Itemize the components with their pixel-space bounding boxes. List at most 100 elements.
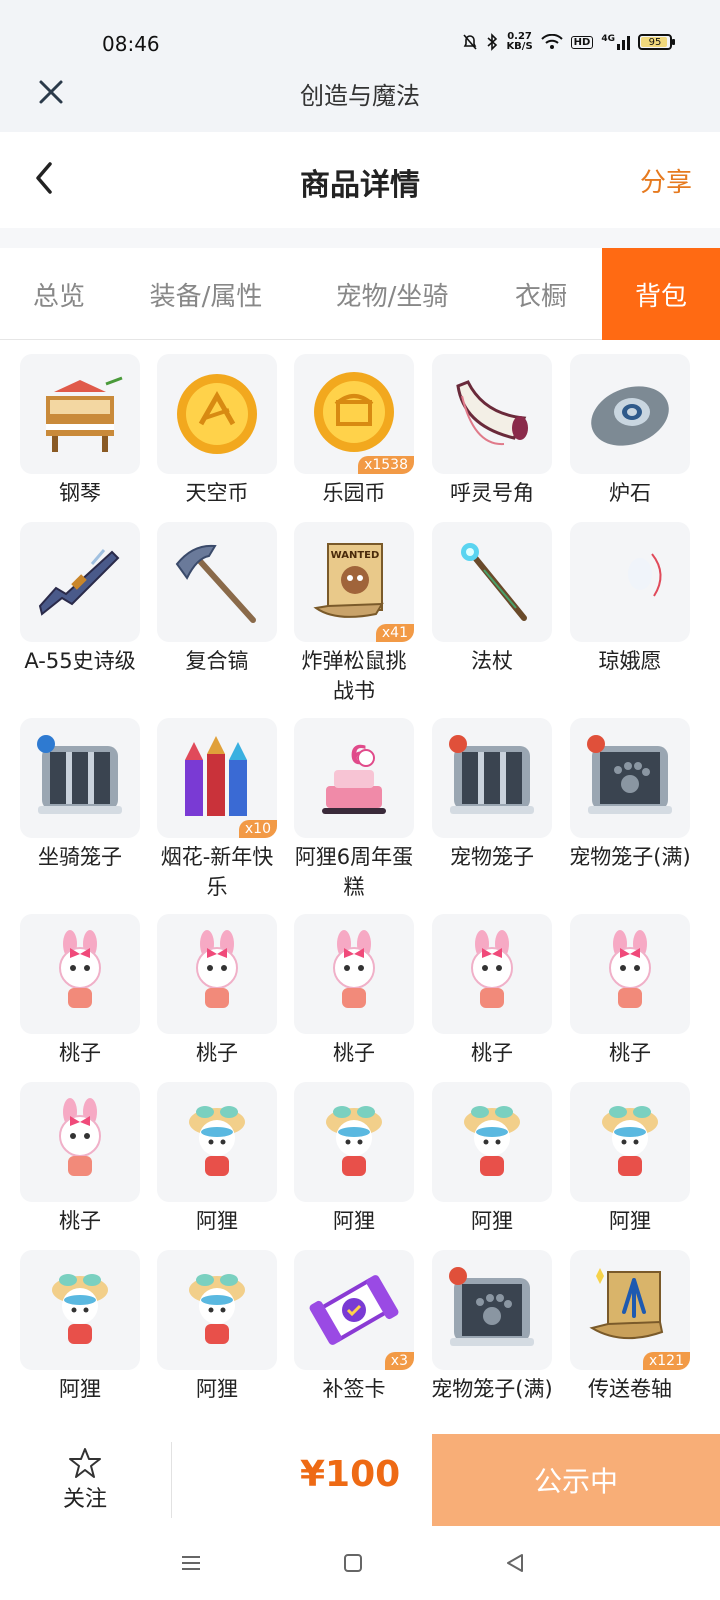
item-cell[interactable]: x1538 乐园币 — [292, 354, 416, 508]
horn-icon — [432, 354, 552, 474]
item-cell[interactable]: 宠物笼子(满) — [430, 1250, 554, 1404]
item-label: 坐骑笼子 — [38, 845, 122, 869]
sky-coin-icon — [157, 354, 277, 474]
item-cell[interactable]: x3 补签卡 — [292, 1250, 416, 1404]
item-cell[interactable]: 桃子 — [18, 1082, 142, 1236]
item-label: 炉石 — [609, 481, 651, 505]
item-label: 桃子 — [471, 1041, 513, 1065]
wanted-scroll-icon: WANTED x41 — [294, 522, 414, 642]
share-button[interactable]: 分享 — [640, 162, 692, 199]
item-label: 宠物笼子 — [450, 845, 534, 869]
bluetooth-icon — [487, 33, 498, 51]
signal-icon: 4G — [601, 34, 630, 50]
item-label: 宠物笼子(满) — [431, 1377, 553, 1401]
price: ¥100 — [300, 1454, 401, 1495]
follow-button[interactable]: 关注 — [0, 1434, 170, 1526]
item-cell[interactable]: 法杖 — [430, 522, 554, 676]
item-label: 法杖 — [471, 649, 513, 673]
item-label: 桃子 — [59, 1209, 101, 1233]
item-cell[interactable]: 钢琴 — [18, 354, 142, 508]
peach-bunny-icon — [20, 914, 140, 1034]
item-cell[interactable]: 阿狸 — [18, 1250, 142, 1404]
staff-icon — [432, 522, 552, 642]
back-icon[interactable] — [500, 1548, 530, 1578]
item-count-badge: x3 — [384, 1352, 414, 1370]
item-cell[interactable]: 桃子 — [155, 914, 279, 1068]
item-label: 桃子 — [333, 1041, 375, 1065]
item-count-badge: x1538 — [358, 456, 414, 474]
item-label: 桃子 — [196, 1041, 238, 1065]
wifi-icon — [540, 34, 563, 49]
item-label: 阿狸 — [196, 1209, 238, 1233]
item-label: 复合镐 — [185, 649, 249, 673]
item-label: 阿狸 — [196, 1377, 238, 1401]
item-label: 炸弹松鼠挑战书 — [301, 649, 407, 703]
moon-wish-icon — [570, 522, 690, 642]
item-cell[interactable]: 阿狸 — [155, 1082, 279, 1236]
item-cell[interactable]: 坐骑笼子 — [18, 718, 142, 872]
item-label: A-55史诗级 — [24, 649, 136, 673]
tab-overview[interactable]: 总览 — [0, 248, 118, 340]
item-cell[interactable]: 琼娥愿 — [568, 522, 692, 676]
hd-icon: HD — [570, 35, 594, 49]
ahri-fox-icon — [157, 1082, 277, 1202]
item-label: 呼灵号角 — [450, 481, 534, 505]
signin-card-icon: x3 — [294, 1250, 414, 1370]
follow-label: 关注 — [62, 1487, 107, 1512]
nav-bar: 商品详情 分享 — [0, 132, 720, 228]
item-cell[interactable]: x10 烟花-新年快乐 — [155, 718, 279, 902]
peach-bunny-icon — [20, 1082, 140, 1202]
peach-bunny-icon — [432, 914, 552, 1034]
item-label: 桃子 — [59, 1041, 101, 1065]
item-label: 阿狸 — [59, 1377, 101, 1401]
peach-bunny-icon — [294, 914, 414, 1034]
item-cell[interactable]: 阿狸 — [292, 1082, 416, 1236]
mute-bell-icon — [463, 34, 478, 50]
item-cell[interactable]: 炉石 — [568, 354, 692, 508]
item-label: 乐园币 — [322, 481, 386, 505]
item-cell[interactable]: 阿狸 — [568, 1082, 692, 1236]
item-count-badge: x121 — [642, 1352, 690, 1370]
tab-wardrobe[interactable]: 衣橱 — [488, 248, 594, 340]
app-title: 创造与魔法 — [300, 82, 420, 110]
item-cell[interactable]: 桃子 — [430, 914, 554, 1068]
item-cell[interactable]: 宠物笼子(满) — [568, 718, 692, 872]
home-icon[interactable] — [338, 1548, 368, 1578]
item-cell[interactable]: 宠物笼子 — [430, 718, 554, 872]
item-cell[interactable]: 阿狸 — [430, 1082, 554, 1236]
cake-icon: 6 — [294, 718, 414, 838]
menu-icon[interactable] — [176, 1548, 206, 1578]
item-cell[interactable]: WANTED x41 炸弹松鼠挑战书 — [292, 522, 416, 706]
item-cell[interactable]: 复合镐 — [155, 522, 279, 676]
pickaxe-icon — [157, 522, 277, 642]
fireworks-icon: x10 — [157, 718, 277, 838]
item-label: 阿狸6周年蛋糕 — [294, 845, 414, 899]
tab-backpack[interactable]: 背包 — [602, 248, 720, 340]
ahri-fox-icon — [20, 1250, 140, 1370]
tab-equipment[interactable]: 装备/属性 — [130, 248, 282, 340]
section-gap — [0, 228, 720, 248]
item-label: 阿狸 — [609, 1209, 651, 1233]
item-cell[interactable]: 6 阿狸6周年蛋糕 — [292, 718, 416, 902]
tab-pets-mounts[interactable]: 宠物/坐骑 — [314, 248, 470, 340]
page-title: 商品详情 — [300, 168, 420, 203]
item-cell[interactable]: 天空币 — [155, 354, 279, 508]
system-nav-bar — [0, 1526, 720, 1600]
item-cell[interactable]: 桃子 — [18, 914, 142, 1068]
tab-bar: 总览 装备/属性 宠物/坐骑 衣橱 背包 — [0, 248, 720, 340]
item-cell[interactable]: x121 传送卷轴 — [568, 1250, 692, 1404]
item-count-badge: x10 — [238, 820, 277, 838]
item-label: 天空币 — [185, 481, 249, 505]
item-cell[interactable]: 阿狸 — [155, 1250, 279, 1404]
battery-icon: 95 — [638, 34, 675, 50]
item-label: 钢琴 — [59, 481, 101, 505]
item-cell[interactable]: 呼灵号角 — [430, 354, 554, 508]
item-cell[interactable]: 桃子 — [568, 914, 692, 1068]
item-label: 传送卷轴 — [588, 1377, 672, 1401]
ahri-fox-icon — [294, 1082, 414, 1202]
status-button[interactable]: 公示中 — [432, 1434, 720, 1526]
item-cell[interactable]: 桃子 — [292, 914, 416, 1068]
status-bar: 08:46 0.27 KB/S HD 4G 95 — [0, 0, 720, 62]
pet-cage-full-icon — [570, 718, 690, 838]
item-cell[interactable]: A-55史诗级 — [18, 522, 142, 676]
